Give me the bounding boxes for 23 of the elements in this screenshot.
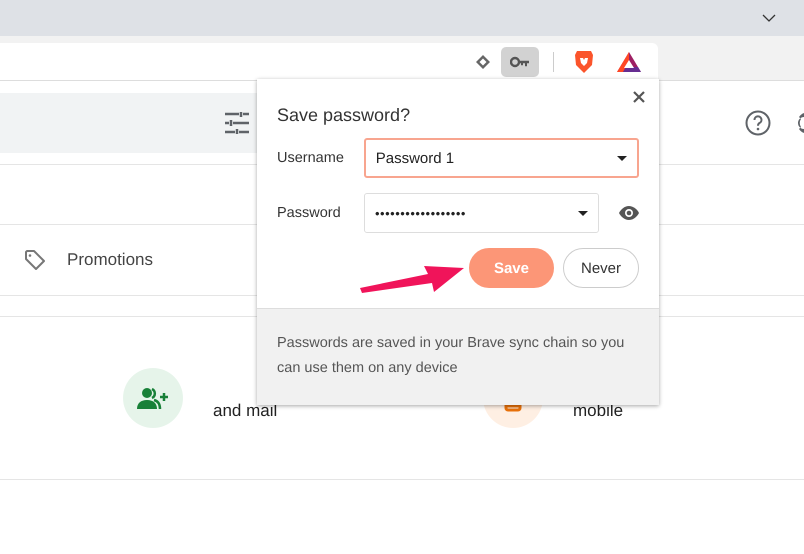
category-tab[interactable]: Promotions xyxy=(67,250,153,270)
eye-icon[interactable] xyxy=(619,206,639,220)
field-label: Username xyxy=(277,150,345,166)
key-icon xyxy=(510,56,530,68)
triangle-icon[interactable] xyxy=(616,50,642,72)
settings-icon[interactable] xyxy=(798,110,804,136)
chevron-down-icon[interactable] xyxy=(762,14,776,22)
dropdown-caret-icon xyxy=(578,210,588,216)
dropdown-caret-icon xyxy=(617,156,627,160)
promo-link[interactable]: and mail xyxy=(213,398,278,423)
help-icon[interactable] xyxy=(745,110,771,136)
tag-icon xyxy=(23,248,47,272)
diamond-icon[interactable] xyxy=(475,54,491,70)
password-dropdown[interactable]: •••••••••••••••••• xyxy=(364,193,599,233)
close-icon[interactable] xyxy=(633,91,645,103)
filter-sliders-icon[interactable] xyxy=(225,112,249,134)
key-button[interactable] xyxy=(501,46,539,76)
sync-note: Passwords are saved in your Brave sync chain so you can use them on any device xyxy=(277,334,626,378)
never-button[interactable]: Never xyxy=(562,248,639,288)
lion-icon[interactable] xyxy=(574,50,594,74)
field-label: Password xyxy=(277,205,342,221)
dialog-title: Save password? xyxy=(277,105,412,126)
username-dropdown[interactable]: Password 1 xyxy=(364,138,639,178)
